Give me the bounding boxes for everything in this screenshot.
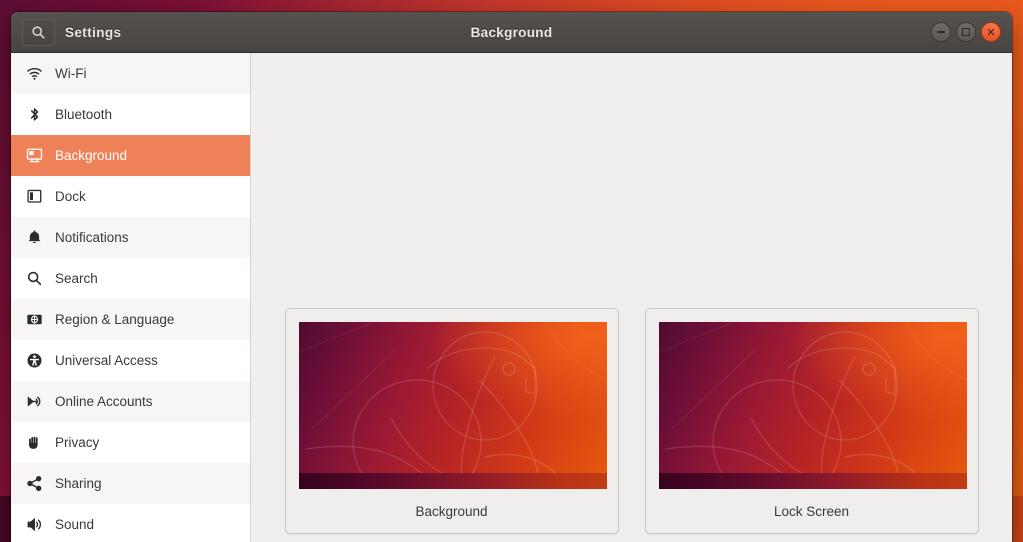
- sidebar-item-sharing[interactable]: Sharing: [11, 463, 250, 504]
- minimize-icon: [937, 31, 945, 33]
- sidebar-item-label: Background: [55, 147, 128, 163]
- hand-icon: [24, 432, 44, 452]
- sidebar-item-label: Search: [55, 270, 98, 286]
- sidebar-item-label: Wi-Fi: [55, 65, 87, 81]
- maximize-icon: [962, 28, 970, 36]
- sidebar-item-label: Privacy: [55, 434, 100, 450]
- volume-icon: [24, 514, 44, 534]
- window-titlebar: Settings Background ✕: [11, 12, 1012, 53]
- maximize-button[interactable]: [956, 22, 976, 42]
- sidebar-item-label: Sharing: [55, 475, 102, 491]
- close-icon: ✕: [986, 25, 996, 39]
- accessibility-icon: [24, 350, 44, 370]
- search-icon: [31, 25, 46, 40]
- window-title: Background: [470, 24, 553, 40]
- settings-sidebar[interactable]: Wi-Fi Bluetooth Background Dock Notifica…: [11, 53, 251, 542]
- lock-screen-wallpaper-preview: [658, 322, 967, 489]
- background-settings-panel: Background Lock Screen: [251, 53, 1012, 542]
- wallpaper-bottom-band: [658, 473, 967, 489]
- sidebar-item-privacy[interactable]: Privacy: [11, 422, 250, 463]
- sidebar-item-label: Sound: [55, 516, 95, 532]
- search-button[interactable]: [22, 18, 55, 46]
- wallpaper-card-list: Background Lock Screen: [284, 308, 979, 534]
- dock-icon: [24, 186, 44, 206]
- bluetooth-icon: [24, 104, 44, 124]
- sidebar-item-background[interactable]: Background: [11, 135, 250, 176]
- ubuntu-beaver-artwork: [298, 322, 607, 489]
- sidebar-item-label: Universal Access: [55, 352, 158, 368]
- settings-window: Settings Background ✕ Wi-Fi Bluetooth Ba…: [11, 12, 1012, 542]
- desktop-wallpaper: Settings Background ✕ Wi-Fi Bluetooth Ba…: [0, 0, 1023, 542]
- background-wallpaper-preview: [298, 322, 607, 489]
- sidebar-item-online-accounts[interactable]: Online Accounts: [11, 381, 250, 422]
- sidebar-item-label: Region & Language: [55, 311, 175, 327]
- share-icon: [24, 473, 44, 493]
- sidebar-item-label: Online Accounts: [55, 393, 153, 409]
- card-label: Lock Screen: [773, 503, 850, 519]
- sidebar-item-dock[interactable]: Dock: [11, 176, 250, 217]
- card-label: Background: [415, 503, 488, 519]
- close-button[interactable]: ✕: [981, 22, 1001, 42]
- app-name-label: Settings: [65, 24, 122, 40]
- sidebar-item-label: Notifications: [55, 229, 129, 245]
- search-icon: [24, 268, 44, 288]
- sidebar-item-label: Bluetooth: [55, 106, 113, 122]
- sidebar-item-universal-access[interactable]: Universal Access: [11, 340, 250, 381]
- window-controls: ✕: [931, 22, 1012, 42]
- sidebar-item-label: Dock: [55, 188, 86, 204]
- background-icon: [24, 145, 44, 165]
- titlebar-left-section: Settings: [11, 18, 251, 46]
- sidebar-item-bluetooth[interactable]: Bluetooth: [11, 94, 250, 135]
- sidebar-item-notifications[interactable]: Notifications: [11, 217, 250, 258]
- sidebar-item-sound[interactable]: Sound: [11, 504, 250, 542]
- online-accounts-icon: [24, 391, 44, 411]
- window-body: Wi-Fi Bluetooth Background Dock Notifica…: [11, 53, 1012, 542]
- lock-screen-wallpaper-card[interactable]: Lock Screen: [644, 308, 979, 534]
- sidebar-item-region-language[interactable]: Region & Language: [11, 299, 250, 340]
- background-wallpaper-card[interactable]: Background: [284, 308, 619, 534]
- bell-icon: [24, 227, 44, 247]
- minimize-button[interactable]: [931, 22, 951, 42]
- region-language-icon: [24, 309, 44, 329]
- ubuntu-beaver-artwork: [658, 322, 967, 489]
- wifi-icon: [24, 63, 44, 83]
- sidebar-item-wi-fi[interactable]: Wi-Fi: [11, 53, 250, 94]
- sidebar-item-search[interactable]: Search: [11, 258, 250, 299]
- wallpaper-bottom-band: [298, 473, 607, 489]
